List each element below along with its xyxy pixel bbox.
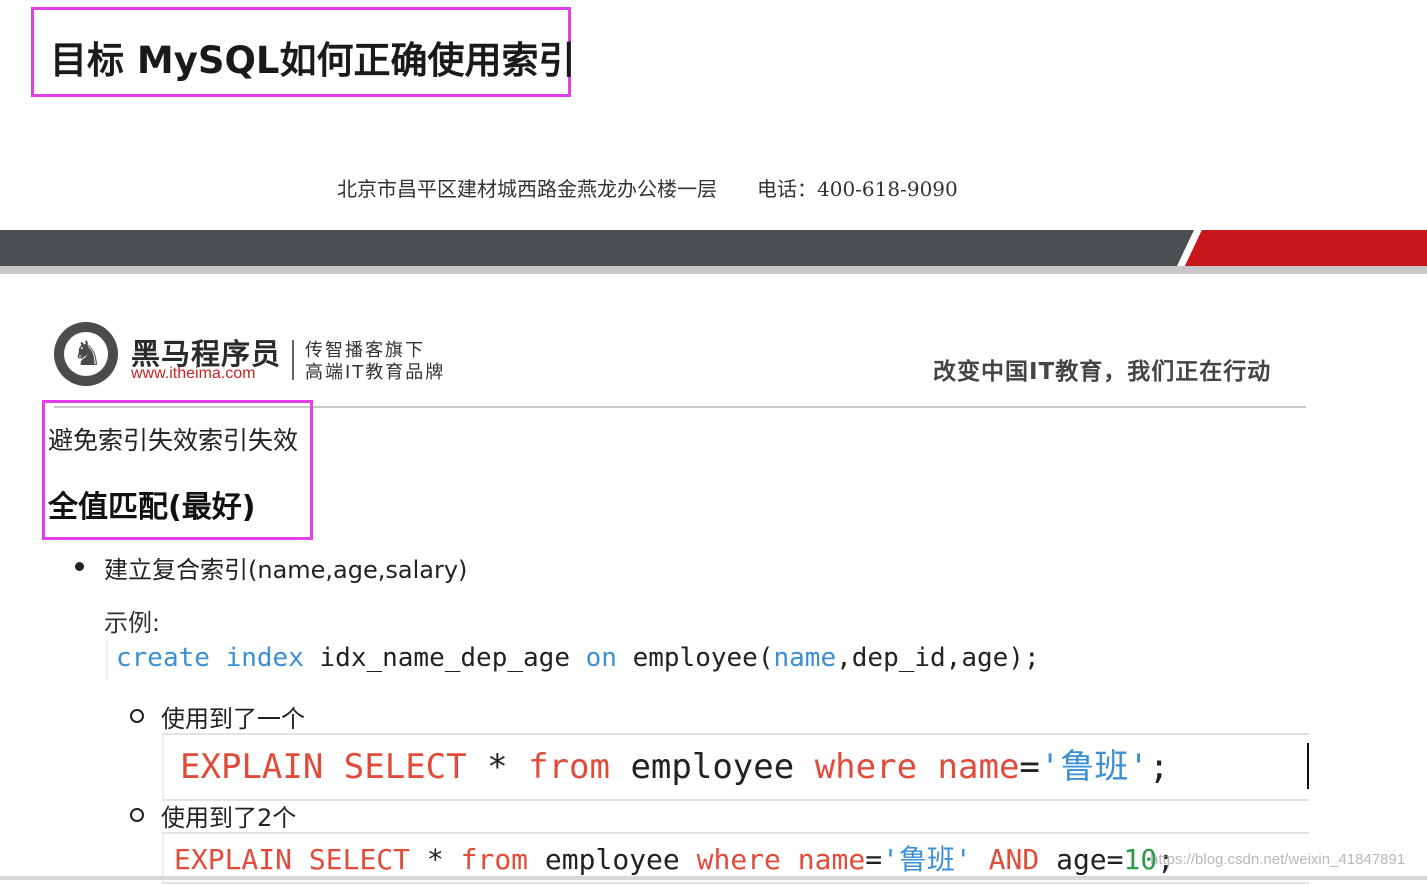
code-identifier: idx_name_dep_age — [319, 643, 570, 673]
code-table: employee — [544, 843, 680, 876]
section-heading: 全值匹配(最好) — [48, 490, 256, 525]
subtitle: 避免索引失效索引失效 — [48, 426, 299, 455]
sub-item-label: 使用到了一个 — [161, 705, 305, 733]
code-block-explain-one: EXPLAIN SELECT * from employee where nam… — [162, 733, 1309, 801]
code-keyword: index — [225, 643, 304, 673]
code-keyword: create — [116, 643, 210, 673]
logo-glyph: ♞ — [72, 334, 103, 374]
code-end: ; — [1148, 747, 1170, 787]
code-eq: = — [1106, 843, 1124, 876]
band-red — [1184, 230, 1427, 268]
bullet-dot-icon — [75, 562, 84, 571]
bullet-text: 建立复合索引(name,age,salary) — [104, 556, 468, 584]
page-title: 目标 MySQL如何正确使用索引 — [50, 39, 576, 82]
code-eq: = — [865, 843, 883, 876]
code-keyword: on — [585, 643, 617, 673]
code-keyword: EXPLAIN — [174, 843, 293, 876]
code-text: EXPLAIN SELECT * from employee where nam… — [174, 842, 1174, 878]
sub-item-label: 使用到了2个 — [161, 804, 297, 832]
code-column: name — [797, 843, 866, 876]
brand-url: www.itheima.com — [131, 365, 256, 382]
code-column: age — [1056, 843, 1107, 876]
brand-tagline-2: 高端IT教育品牌 — [305, 362, 446, 383]
brand-slogan: 改变中国IT教育，我们正在行动 — [933, 359, 1272, 385]
address-text: 北京市昌平区建材城西路金燕龙办公楼一层 — [337, 177, 717, 201]
code-keyword: where — [696, 843, 781, 876]
code-keyword: SELECT — [308, 843, 411, 876]
code-keyword: AND — [988, 843, 1040, 876]
code-keyword: from — [528, 747, 610, 787]
bottom-strip — [0, 876, 1427, 880]
circle-bullet-icon — [130, 709, 144, 723]
code-column: name — [937, 747, 1020, 787]
code-eq: = — [1019, 747, 1040, 787]
address-line: 北京市昌平区建材城西路金燕龙办公楼一层 电话：400-618-9090 — [337, 173, 958, 202]
header-band — [0, 230, 1427, 268]
example-label: 示例: — [104, 609, 161, 637]
code-star: * — [487, 747, 508, 787]
code-table: employee — [630, 747, 795, 787]
code-table: employee( — [632, 643, 774, 673]
code-string: '鲁班' — [1039, 747, 1149, 787]
code-column: name — [773, 643, 837, 673]
phone-text: 电话：400-618-9090 — [757, 177, 958, 201]
code-keyword: SELECT — [343, 747, 467, 787]
text-cursor — [1307, 743, 1309, 789]
code-text: EXPLAIN SELECT * from employee where nam… — [180, 747, 1169, 787]
code-star: * — [426, 843, 444, 876]
code-rest: ,dep_id,age); — [836, 643, 1040, 673]
code-string: '鲁班' — [882, 843, 972, 876]
code-keyword: where — [814, 747, 918, 787]
circle-bullet-icon — [130, 808, 144, 822]
code-block-create-index: create index idx_name_dep_age on employe… — [106, 640, 1276, 680]
code-keyword: EXPLAIN — [180, 747, 324, 787]
code-keyword: from — [460, 843, 529, 876]
watermark-url: https://blog.csdn.net/weixin_41847891 — [1150, 851, 1406, 868]
band-shadow — [0, 266, 1427, 274]
brand-divider — [292, 340, 294, 380]
